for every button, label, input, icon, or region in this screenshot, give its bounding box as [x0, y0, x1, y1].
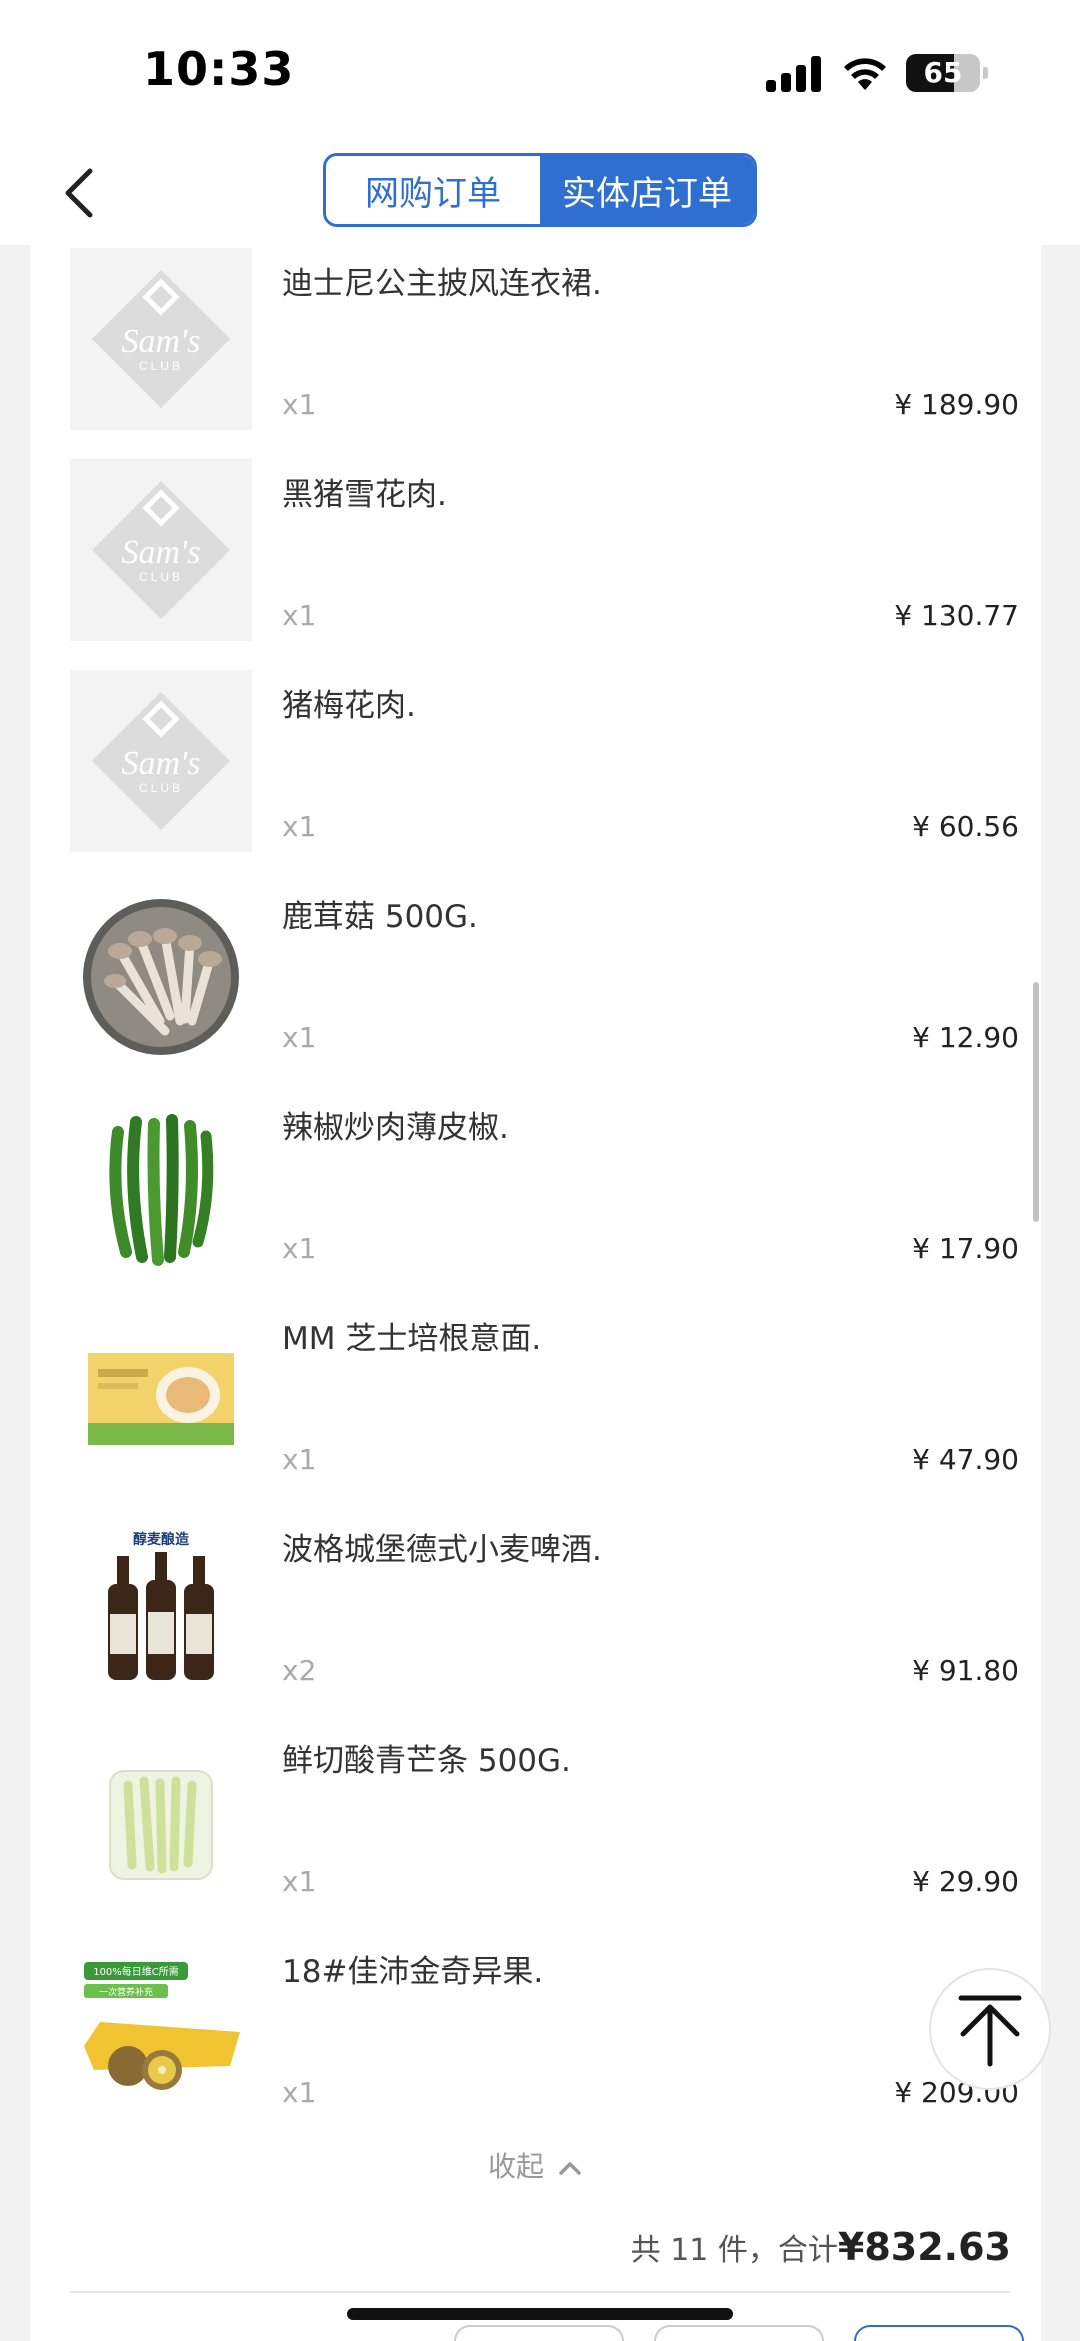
svg-text:Sam's: Sam's	[121, 323, 200, 360]
sams-club-placeholder-image: Sam's CLUB	[70, 459, 252, 641]
item-name: 猪梅花肉.	[282, 688, 416, 724]
item-quantity: x1	[282, 1443, 317, 1476]
item-price: ¥ 130.77	[894, 599, 1019, 632]
battery-icon: 65	[906, 54, 988, 92]
svg-text:Sam's: Sam's	[121, 534, 200, 571]
svg-text:100%每日维C所需: 100%每日维C所需	[93, 1965, 179, 1978]
divider	[70, 2291, 1010, 2293]
item-price: ¥ 189.90	[894, 388, 1019, 421]
list-item[interactable]: 鲜切酸青芒条 500G. x1 ¥ 29.90	[30, 1715, 1041, 1926]
item-quantity: x2	[282, 1654, 317, 1687]
item-price: ¥ 29.90	[912, 1865, 1019, 1898]
status-time: 10:33	[143, 42, 295, 96]
item-price: ¥ 17.90	[912, 1232, 1019, 1265]
order-total: 共 11 件，合计¥832.63	[631, 2225, 1011, 2269]
action-button-3[interactable]	[854, 2325, 1024, 2341]
item-name: 鹿茸菇 500G.	[282, 899, 478, 935]
total-amount: ¥832.63	[837, 2225, 1011, 2269]
action-button-1[interactable]	[454, 2325, 624, 2341]
home-indicator[interactable]	[347, 2308, 733, 2320]
sams-club-placeholder-image: Sam's CLUB	[70, 248, 252, 430]
header: 网购订单 实体店订单	[0, 145, 1080, 245]
status-bar: 10:33 65	[0, 0, 1080, 145]
pasta-box-image	[70, 1303, 252, 1485]
svg-text:CLUB: CLUB	[139, 570, 183, 584]
golden-kiwi-image: 100%每日维C所需 一次营养补充	[70, 1936, 252, 2118]
svg-text:一次营养补充: 一次营养补充	[99, 1986, 153, 1998]
list-item[interactable]: 100%每日维C所需 一次营养补充 18#佳沛金奇异果. x1 ¥ 209.00	[30, 1926, 1041, 2137]
item-quantity: x1	[282, 599, 317, 632]
order-items-card: Sam's CLUB 迪士尼公主披风连衣裙. x1 ¥ 189.90 Sam's…	[30, 245, 1041, 2341]
sams-club-placeholder-image: Sam's CLUB	[70, 670, 252, 852]
list-item[interactable]: 鹿茸菇 500G. x1 ¥ 12.90	[30, 871, 1041, 1082]
svg-text:Sam's: Sam's	[121, 745, 200, 782]
item-name: 鲜切酸青芒条 500G.	[282, 1743, 571, 1779]
item-name: 黑猪雪花肉.	[282, 477, 447, 513]
item-name: 波格城堡德式小麦啤酒.	[282, 1532, 602, 1568]
item-quantity: x1	[282, 1865, 317, 1898]
item-quantity: x1	[282, 388, 317, 421]
cellular-signal-icon	[766, 56, 822, 92]
back-to-top-button[interactable]	[929, 1968, 1051, 2090]
arrow-up-icon	[958, 1995, 1022, 2067]
collapse-button[interactable]: 收起	[30, 2145, 1041, 2185]
back-icon[interactable]	[52, 163, 112, 223]
scrollbar[interactable]	[1033, 982, 1039, 1222]
beer-bottles-image: 醇麦酿造	[70, 1514, 252, 1696]
item-name: 迪士尼公主披风连衣裙.	[282, 266, 602, 302]
order-type-switch: 网购订单 实体店订单	[323, 153, 757, 227]
chevron-up-icon	[559, 2162, 581, 2175]
mushroom-bowl-image	[70, 881, 252, 1063]
item-price: ¥ 60.56	[912, 810, 1019, 843]
list-item[interactable]: Sam's CLUB 猪梅花肉. x1 ¥ 60.56	[30, 660, 1041, 871]
list-item[interactable]: Sam's CLUB 迪士尼公主披风连衣裙. x1 ¥ 189.90	[30, 245, 1041, 449]
green-chili-image	[70, 1092, 252, 1274]
item-price: ¥ 47.90	[912, 1443, 1019, 1476]
tab-online-orders[interactable]: 网购订单	[326, 156, 540, 224]
green-mango-strips-image	[70, 1725, 252, 1907]
svg-text:CLUB: CLUB	[139, 359, 183, 373]
item-price: ¥ 12.90	[912, 1021, 1019, 1054]
item-quantity: x1	[282, 2076, 317, 2109]
item-name: 18#佳沛金奇异果.	[282, 1954, 544, 1990]
item-price: ¥ 91.80	[912, 1654, 1019, 1687]
item-quantity: x1	[282, 1232, 317, 1265]
list-item[interactable]: 辣椒炒肉薄皮椒. x1 ¥ 17.90	[30, 1082, 1041, 1293]
svg-text:CLUB: CLUB	[139, 781, 183, 795]
item-name: 辣椒炒肉薄皮椒.	[282, 1110, 509, 1146]
action-button-2[interactable]	[654, 2325, 824, 2341]
tab-store-orders[interactable]: 实体店订单	[540, 156, 754, 224]
list-item[interactable]: MM 芝士培根意面. x1 ¥ 47.90	[30, 1293, 1041, 1504]
list-item[interactable]: Sam's CLUB 黑猪雪花肉. x1 ¥ 130.77	[30, 449, 1041, 660]
battery-level: 65	[923, 56, 963, 89]
item-quantity: x1	[282, 1021, 317, 1054]
collapse-label: 收起	[488, 2150, 545, 2183]
list-item[interactable]: 醇麦酿造 波格城堡德式小麦啤酒. x2 ¥ 91.80	[30, 1504, 1041, 1715]
item-name: MM 芝士培根意面.	[282, 1321, 542, 1357]
svg-text:醇麦酿造: 醇麦酿造	[133, 1531, 189, 1548]
wifi-icon	[844, 58, 886, 90]
total-count-text: 共 11 件，合计	[630, 2233, 838, 2268]
item-quantity: x1	[282, 810, 317, 843]
